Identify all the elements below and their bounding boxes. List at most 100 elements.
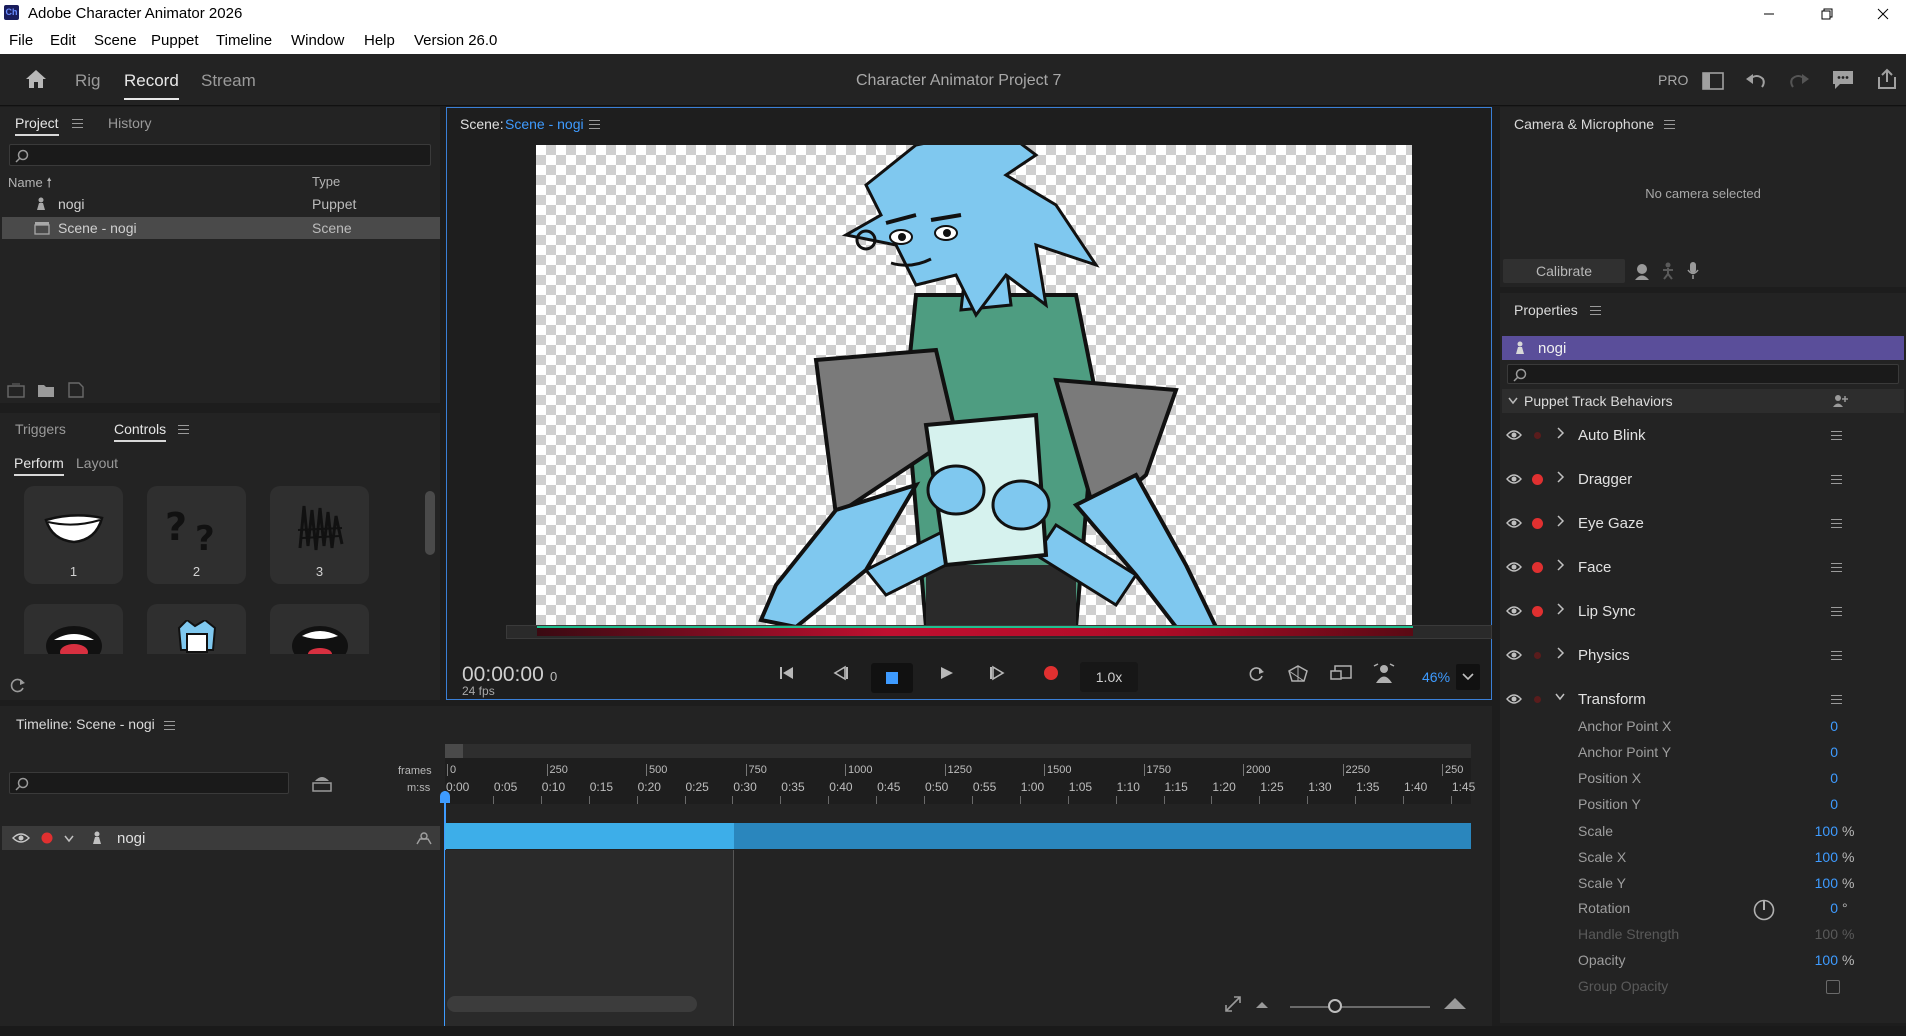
onion-skin-icon[interactable] <box>1372 662 1396 684</box>
behavior-menu-icon[interactable] <box>1831 431 1842 440</box>
group-opacity-checkbox[interactable] <box>1826 980 1840 994</box>
menu-window[interactable]: Window <box>291 32 344 49</box>
go-to-start-button[interactable] <box>778 665 796 681</box>
record-arm-icon[interactable] <box>1534 432 1541 439</box>
column-type[interactable]: Type <box>312 174 340 189</box>
behavior-row[interactable]: Auto Blink <box>1500 415 1906 455</box>
menu-timeline[interactable]: Timeline <box>216 32 272 49</box>
eye-icon[interactable] <box>1506 473 1522 485</box>
scene-name[interactable]: Scene - nogi <box>505 116 584 132</box>
behavior-row[interactable]: Physics <box>1500 635 1906 675</box>
param-value[interactable]: 0 <box>1760 796 1838 812</box>
folder-icon[interactable] <box>37 382 55 398</box>
scene-stage[interactable] <box>536 145 1412 627</box>
behaviors-section-header[interactable]: Puppet Track Behaviors <box>1502 389 1904 413</box>
add-behavior-icon[interactable] <box>1832 394 1848 408</box>
body-tracking-icon[interactable] <box>1661 262 1675 280</box>
timeline-zoom-handle[interactable] <box>1328 999 1342 1013</box>
menu-help[interactable]: Help <box>364 32 395 49</box>
camera-menu-icon[interactable] <box>1664 120 1675 129</box>
fit-icon[interactable] <box>1224 995 1242 1013</box>
puppet-header[interactable]: nogi <box>1502 336 1904 360</box>
record-arm-icon[interactable] <box>1532 474 1543 485</box>
track-options-icon[interactable] <box>416 831 432 845</box>
project-item-scene[interactable]: Scene - nogi Scene <box>2 217 440 239</box>
behavior-row[interactable]: Eye Gaze <box>1500 503 1906 543</box>
param-value[interactable]: 100 <box>1760 952 1838 968</box>
control-thumb-4[interactable] <box>24 604 123 654</box>
project-item-puppet[interactable]: nogi Puppet <box>0 193 440 215</box>
tab-record[interactable]: Record <box>124 71 179 100</box>
chevron-right-icon[interactable] <box>1555 427 1565 439</box>
controls-menu-icon[interactable] <box>178 425 189 434</box>
tab-controls[interactable]: Controls <box>114 421 167 442</box>
control-thumb-2[interactable]: ?? 2 <box>147 486 246 584</box>
control-thumb-3[interactable]: 3 <box>270 486 369 584</box>
properties-search-input[interactable] <box>1507 364 1899 384</box>
play-button[interactable] <box>938 665 956 681</box>
behavior-menu-icon[interactable] <box>1831 519 1842 528</box>
tab-history[interactable]: History <box>108 115 152 131</box>
behavior-menu-icon[interactable] <box>1831 475 1842 484</box>
project-search-input[interactable] <box>9 144 431 166</box>
chevron-right-icon[interactable] <box>1555 647 1565 659</box>
behavior-menu-icon[interactable] <box>1831 651 1842 660</box>
eye-icon[interactable] <box>12 832 30 844</box>
track-bar-active[interactable] <box>445 823 734 849</box>
project-menu-icon[interactable] <box>72 119 83 128</box>
tab-project[interactable]: Project <box>15 115 59 136</box>
panel-layout-icon[interactable] <box>1702 72 1724 90</box>
mesh-icon[interactable] <box>1288 665 1308 683</box>
timeline-work-area[interactable] <box>445 744 1471 758</box>
refresh-icon[interactable] <box>10 677 26 693</box>
timeline-scrollbar[interactable] <box>447 996 697 1012</box>
new-item-icon[interactable] <box>68 382 84 398</box>
behavior-row[interactable]: Dragger <box>1500 459 1906 499</box>
restore-button[interactable] <box>1804 0 1850 28</box>
param-value[interactable]: 100 <box>1760 926 1838 942</box>
share-icon[interactable] <box>1876 68 1898 90</box>
chevron-right-icon[interactable] <box>1555 559 1565 571</box>
behavior-menu-icon[interactable] <box>1831 607 1842 616</box>
timeline-zoom-slider[interactable] <box>1290 1006 1430 1008</box>
menu-version[interactable]: Version 26.0 <box>414 32 497 49</box>
playhead-handle[interactable] <box>440 791 450 803</box>
rotation-dial-icon[interactable] <box>1753 899 1775 921</box>
record-arm-icon[interactable] <box>1532 606 1543 617</box>
eye-icon[interactable] <box>1506 561 1522 573</box>
screen-icon[interactable] <box>1330 665 1352 683</box>
param-value[interactable]: 100 <box>1760 849 1838 865</box>
playback-speed[interactable]: 1.0x <box>1080 662 1138 692</box>
record-arm-icon[interactable] <box>41 832 53 844</box>
pro-label[interactable]: PRO <box>1658 72 1688 88</box>
zoom-level[interactable]: 46% <box>1422 669 1450 685</box>
menu-file[interactable]: File <box>9 32 33 49</box>
control-thumb-1[interactable]: 1 <box>24 486 123 584</box>
subtab-layout[interactable]: Layout <box>76 455 118 471</box>
eye-icon[interactable] <box>1506 693 1522 705</box>
record-arm-icon[interactable] <box>1532 518 1543 529</box>
behavior-menu-icon[interactable] <box>1831 695 1842 704</box>
tab-stream[interactable]: Stream <box>201 71 256 91</box>
chevron-right-icon[interactable] <box>1555 603 1565 615</box>
record-arm-icon[interactable] <box>1534 696 1541 703</box>
behavior-menu-icon[interactable] <box>1831 563 1842 572</box>
feedback-icon[interactable] <box>1832 70 1854 90</box>
param-value[interactable]: 100 <box>1760 875 1838 891</box>
record-arm-icon[interactable] <box>1532 562 1543 573</box>
record-button[interactable] <box>1043 665 1059 681</box>
controls-scrollbar[interactable] <box>425 491 435 555</box>
redo-icon[interactable] <box>1788 71 1810 89</box>
control-thumb-6[interactable] <box>270 604 369 654</box>
microphone-icon[interactable] <box>1686 261 1700 281</box>
stop-button[interactable] <box>871 663 913 693</box>
param-value[interactable]: 0 <box>1760 744 1838 760</box>
behavior-row[interactable]: Face <box>1500 547 1906 587</box>
undo-icon[interactable] <box>1745 71 1767 89</box>
eye-icon[interactable] <box>1506 649 1522 661</box>
timeline-ruler[interactable]: 0 250 500 750 1000 1250 1500 1750 2000 2250 250 0:… <box>445 758 1475 804</box>
menu-puppet[interactable]: Puppet <box>151 32 199 49</box>
zoom-out-icon[interactable] <box>1255 998 1269 1010</box>
track-header[interactable]: nogi <box>2 826 440 850</box>
properties-menu-icon[interactable] <box>1590 306 1601 315</box>
